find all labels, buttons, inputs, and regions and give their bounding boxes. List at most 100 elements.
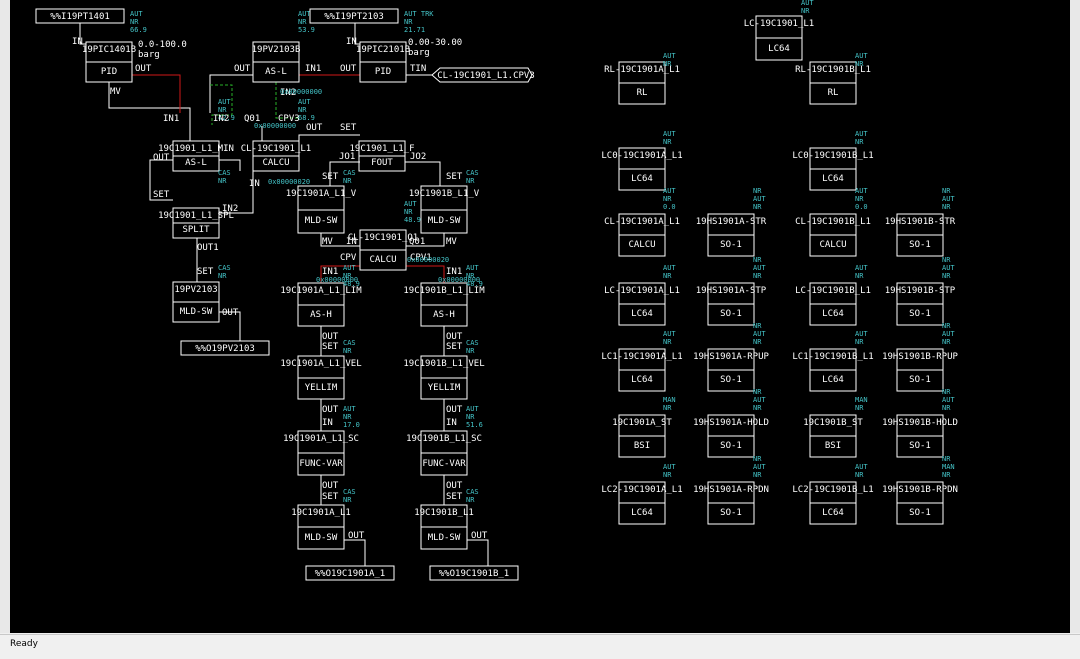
block-name: 19C1901A_L1_SC [283, 434, 359, 444]
block-status: AUT [753, 195, 766, 203]
block-name: 19HS1901B-HOLD [882, 418, 958, 428]
block-19hs1901b-hold[interactable]: 19HS1901B-HOLD SO-1 NRAUTNR [882, 388, 958, 458]
block-status: NR [404, 18, 413, 26]
block-type: SO-1 [720, 375, 742, 385]
tag-o19pv2103[interactable]: %%O19PV2103 [180, 340, 270, 356]
pin-label: IN [346, 37, 357, 47]
block-type: AS-L [265, 67, 287, 77]
block-name: CL-19C1901_Q1 [348, 233, 418, 243]
block-lc-19c1901b-l1[interactable]: LC-19C1901B_L1 LC64 AUTNR [795, 264, 871, 326]
block-status: CAS [343, 169, 356, 177]
block-lc2-19c1901a-l1[interactable]: LC2-19C1901A_L1 LC64 AUTNR [601, 463, 683, 525]
tag-o19c1901b-1[interactable]: %%O19C1901B_1 [429, 565, 519, 581]
block-status: NR [942, 404, 951, 412]
pin-label: SET [322, 492, 339, 502]
block-status: AUT [218, 98, 231, 106]
block-19hs1901a-str[interactable]: 19HS1901A-STR SO-1 NRAUTNR [696, 187, 767, 257]
block-19hs1901b-str[interactable]: 19HS1901B-STR SO-1 NRAUTNR [885, 187, 956, 257]
block-type: LC64 [631, 508, 653, 518]
pin-label: OUT [446, 481, 463, 491]
pin-label: SET [322, 342, 339, 352]
block-status: AUT [663, 264, 676, 272]
pin-label: OUT1 [197, 243, 219, 253]
block-status: AUT [663, 52, 676, 60]
tag-o19c1901a-1[interactable]: %%O19C1901A_1 [305, 565, 395, 581]
block-19hs1901a-stp[interactable]: 19HS1901A-STP SO-1 NRAUTNR [696, 256, 767, 326]
block-19hs1901b-stp[interactable]: 19HS1901B-STP SO-1 NRAUTNR [885, 256, 956, 326]
block-range-label: barg [138, 50, 160, 60]
block-type: SO-1 [909, 441, 931, 451]
block-19hs1901b-rpdn[interactable]: 19HS1901B-RPDN SO-1 NRMANNR [882, 455, 958, 525]
pin-label: CPV [340, 253, 357, 263]
block-type: LC64 [768, 44, 790, 54]
tag-i19pt2103[interactable]: %%I19PT2103 [309, 8, 399, 24]
function-block-diagram[interactable]: 19PIC1401BPIDAUTNR66.90.0-100.0barg 19PV2… [0, 0, 1070, 633]
block-status: AUT [855, 463, 868, 471]
block-type: YELLIM [305, 383, 338, 393]
block-19hs1901a-rpdn[interactable]: 19HS1901A-RPDN SO-1 NRAUTNR [693, 455, 769, 525]
block-type: MLD-SW [428, 216, 461, 226]
pin-label: OUT [153, 153, 170, 163]
block-lc1-19c1901b-l1[interactable]: LC1-19C1901B_L1 LC64 AUTNR [792, 330, 874, 392]
block-range-label: barg [408, 48, 430, 58]
block-19hs1901a-rpup[interactable]: 19HS1901A-RPUP SO-1 NRAUTNR [693, 322, 770, 392]
block-name: 19C1901B_L1_V [409, 189, 480, 199]
block-type: CALCU [628, 240, 655, 250]
block-19c1901a-st[interactable]: 19C1901A_ST BSI MANNR [612, 396, 676, 458]
block-lc0-19c1901b-l1[interactable]: LC0-19C1901B_L1 LC64 AUTNR [792, 130, 874, 191]
pin-label: OUT [340, 64, 357, 74]
block-19hs1901a-hold[interactable]: 19HS1901A-HOLD SO-1 NRAUTNR [693, 388, 769, 458]
block-status: NR [942, 256, 951, 264]
block-name: 19HS1901A-HOLD [693, 418, 769, 428]
wire-value-label: 0x00000020 [268, 178, 310, 186]
block-status: AUT TRK [404, 10, 434, 18]
block-lc-19c1901-l1[interactable]: LC-19C1901_L1 LC64 AUTNR [744, 0, 815, 61]
block-status: NR [855, 471, 864, 479]
block-name: 19HS1901A-STR [696, 217, 767, 227]
tag-i19pt1401[interactable]: %%I19PT1401 [35, 8, 125, 24]
block-type: LC64 [822, 174, 844, 184]
block-status: NR [855, 195, 864, 203]
block-status: NR [942, 272, 951, 280]
block-cl-19c1901b-l1[interactable]: CL-19C1901B_L1 CALCU AUTNR0.0 [795, 187, 871, 257]
block-status: NR [942, 388, 951, 396]
block-19c1901b-st[interactable]: 19C1901B_ST BSI MANNR [803, 396, 868, 458]
block-type: BSI [634, 441, 650, 451]
block-name: 19C1901A_L1_V [286, 189, 357, 199]
block-status: CAS [218, 264, 231, 272]
block-status: NR [942, 203, 951, 211]
block-status: NR [663, 60, 672, 68]
status-bar: Ready [0, 634, 1080, 659]
block-name: 19PV2103 [174, 285, 217, 295]
block-lc2-19c1901b-l1[interactable]: LC2-19C1901B_L1 LC64 AUTNR [792, 463, 874, 525]
block-status: CAS [466, 169, 479, 177]
block-status: NR [343, 413, 352, 421]
block-type: FUNC-VAR [299, 459, 343, 469]
block-status: NR [753, 322, 762, 330]
block-status: AUT [343, 405, 356, 413]
block-lc1-19c1901a-l1[interactable]: LC1-19C1901A_L1 LC64 AUTNR [601, 330, 683, 392]
block-status: AUT [466, 264, 479, 272]
block-status: NR [753, 471, 762, 479]
block-cl-19c1901a-l1[interactable]: CL-19C1901A_L1 CALCU AUTNR0.0 [604, 187, 680, 257]
block-type: LC64 [822, 375, 844, 385]
block-rl-19c1901a-l1[interactable]: RL-19C1901A_L1RLAUTNR [604, 52, 680, 105]
block-status: NR [466, 496, 475, 504]
block-type: MLD-SW [428, 533, 461, 543]
pin-label: SET [446, 172, 463, 182]
block-19c1901-l1-f[interactable]: 19C1901_L1_F FOUT [349, 140, 415, 172]
block-rl-19c1901b-l1[interactable]: RL-19C1901B_L1RLAUTNR [795, 52, 871, 105]
block-status: AUT [663, 463, 676, 471]
block-status: AUT [343, 264, 356, 272]
block-name: 19C1901_L1_MIN [158, 144, 234, 154]
block-status: AUT [855, 130, 868, 138]
block-type: LC64 [631, 174, 653, 184]
connector-cl-19c1901-l1-cpv3[interactable]: CL-19C1901_L1.CPV3 [431, 67, 535, 83]
block-status: 53.9 [298, 26, 315, 34]
block-type: AS-H [433, 310, 455, 320]
block-19hs1901b-rpup[interactable]: 19HS1901B-RPUP SO-1 NRAUTNR [882, 322, 959, 392]
block-lc-19c1901a-l1[interactable]: LC-19C1901A_L1 LC64 AUTNR [604, 264, 680, 326]
block-lc0-19c1901a-l1[interactable]: LC0-19C1901A_L1 LC64 AUTNR [601, 130, 683, 191]
block-name: 19C1901A_ST [612, 418, 672, 428]
block-status: 0.0 [855, 203, 868, 211]
